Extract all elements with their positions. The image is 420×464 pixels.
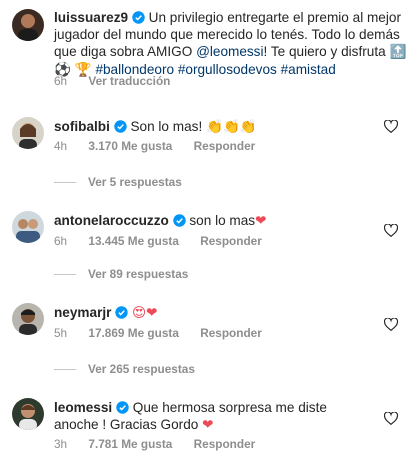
reply-button[interactable]: Responder	[200, 326, 262, 340]
reply-button[interactable]: Responder	[194, 437, 256, 451]
replies-divider	[54, 273, 76, 275]
replies-divider	[54, 181, 76, 183]
comment-antonelaroccuzzo: antonelaroccuzzo son lo mas❤	[54, 212, 354, 230]
like-heart-icon[interactable]	[383, 411, 399, 430]
comment-neymarjr: neymarjr 😍❤	[54, 304, 354, 322]
top-emoji: 🔝	[389, 44, 407, 60]
comment-leomessi: leomessi Que hermosa sorpresa me diste a…	[54, 399, 364, 434]
comment-username[interactable]: leomessi	[54, 400, 112, 415]
like-heart-icon[interactable]	[383, 119, 399, 138]
caption-text-2: ! Te quiero y disfruta	[263, 44, 386, 59]
clap-emoji: 👏👏👏	[206, 119, 257, 135]
replies-divider	[54, 368, 76, 370]
likes-count[interactable]: 3.170 Me gusta	[88, 139, 172, 153]
comment-time: 4h	[54, 139, 68, 153]
post-time: 6h	[54, 74, 68, 88]
comment-username[interactable]: sofibalbi	[54, 119, 110, 134]
reply-button[interactable]: Responder	[194, 139, 256, 153]
reply-button[interactable]: Responder	[200, 234, 262, 248]
comment-text: son lo mas	[189, 213, 256, 228]
red-heart-emoji: ❤	[202, 417, 214, 433]
verified-icon	[113, 120, 127, 133]
comment-text: Son lo mas!	[130, 119, 203, 134]
view-replies-button[interactable]: Ver 5 respuestas	[54, 175, 182, 189]
comment-time: 3h	[54, 437, 68, 451]
avatar-leomessi[interactable]	[12, 398, 44, 430]
comment-meta: 4h 3.170 Me gusta Responder	[54, 139, 273, 153]
likes-count[interactable]: 13.445 Me gusta	[88, 234, 179, 248]
view-replies-label: Ver 89 respuestas	[88, 267, 189, 281]
comment-sofibalbi: sofibalbi Son lo mas! 👏👏👏	[54, 118, 354, 136]
verified-icon	[116, 401, 129, 414]
view-replies-label: Ver 265 respuestas	[88, 362, 195, 376]
comment-username[interactable]: antonelaroccuzzo	[54, 213, 169, 228]
like-heart-icon[interactable]	[383, 223, 399, 242]
view-replies-label: Ver 5 respuestas	[88, 175, 182, 189]
verified-icon	[132, 11, 145, 24]
view-replies-button[interactable]: Ver 265 respuestas	[54, 362, 195, 376]
avatar-neymarjr[interactable]	[12, 303, 44, 335]
avatar-luissuarez9[interactable]	[12, 9, 44, 41]
translate-button[interactable]: Ver traducción	[88, 74, 170, 88]
comment-time: 6h	[54, 234, 68, 248]
mention-link[interactable]: @leomessi	[196, 44, 263, 59]
likes-count[interactable]: 7.781 Me gusta	[88, 437, 172, 451]
verified-icon	[115, 306, 128, 319]
likes-count[interactable]: 17.869 Me gusta	[88, 326, 179, 340]
comment-meta: 5h 17.869 Me gusta Responder	[54, 326, 280, 340]
verified-icon	[172, 214, 186, 227]
view-replies-button[interactable]: Ver 89 respuestas	[54, 267, 188, 281]
post-caption: luissuarez9 Un privilegio entregarte el …	[54, 9, 416, 79]
red-heart-emoji: ❤	[255, 213, 267, 229]
like-heart-icon[interactable]	[383, 317, 399, 336]
avatar-antonelaroccuzzo[interactable]	[12, 211, 44, 243]
comment-time: 5h	[54, 326, 68, 340]
comment-meta: 3h 7.781 Me gusta Responder	[54, 437, 273, 451]
comment-meta: 6h 13.445 Me gusta Responder	[54, 234, 280, 248]
comment-username[interactable]: neymarjr	[54, 305, 111, 320]
post-username[interactable]: luissuarez9	[54, 10, 128, 25]
post-meta: 6h Ver traducción	[54, 74, 188, 88]
avatar-sofibalbi[interactable]	[12, 117, 44, 149]
heart-eyes-emoji: 😍❤	[132, 305, 158, 321]
